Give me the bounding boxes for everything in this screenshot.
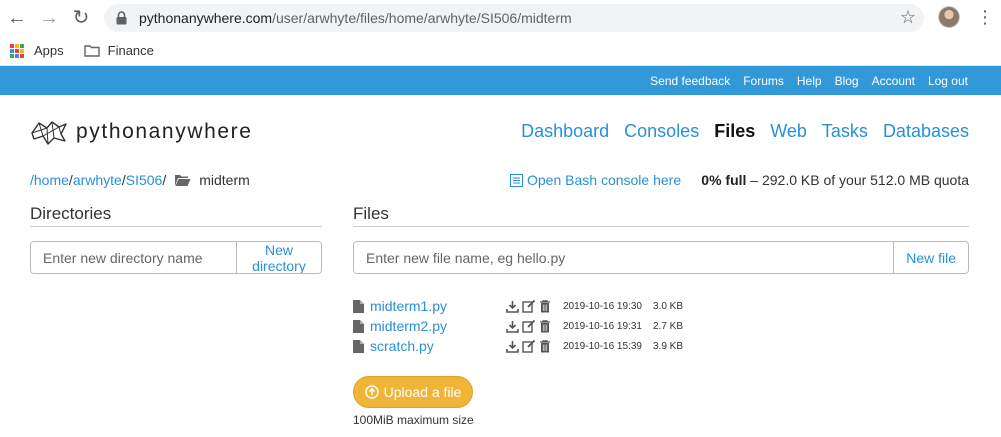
- new-file-button[interactable]: New file: [893, 242, 968, 273]
- download-icon[interactable]: [506, 300, 519, 313]
- file-size: 3.9 KB: [653, 340, 684, 352]
- lock-icon: [116, 11, 127, 25]
- file-link[interactable]: midterm2.py: [370, 318, 510, 334]
- file-row: midterm1.py 2019-10-16 19:30 3.0 KB: [353, 296, 753, 316]
- directories-heading: Directories: [30, 204, 112, 223]
- upload-arrow-icon: [364, 385, 379, 399]
- breadcrumb-arwhyte[interactable]: arwhyte: [73, 172, 122, 188]
- bookmark-finance[interactable]: Finance: [83, 43, 154, 58]
- new-directory-input[interactable]: [31, 242, 236, 273]
- nav-dashboard[interactable]: Dashboard: [521, 121, 609, 142]
- breadcrumb-current: midterm: [199, 172, 250, 188]
- help-link[interactable]: Help: [797, 74, 822, 88]
- url-host: pythonanywhere.com: [139, 10, 273, 26]
- file-date: 2019-10-16 19:31: [563, 320, 642, 332]
- pythonanywhere-logo[interactable]: pythonanywhere: [30, 119, 253, 145]
- breadcrumb-si506[interactable]: SI506: [126, 172, 163, 188]
- nav-files[interactable]: Files: [714, 121, 755, 142]
- file-link[interactable]: midterm1.py: [370, 298, 510, 314]
- new-directory-group: New directory: [30, 241, 322, 274]
- new-file-group: New file: [353, 241, 969, 274]
- file-size: 2.7 KB: [653, 320, 684, 332]
- logo-anywhere: anywhere: [148, 120, 253, 143]
- file-size: 3.0 KB: [653, 300, 684, 312]
- files-heading: Files: [353, 204, 389, 223]
- nav-tasks[interactable]: Tasks: [822, 121, 868, 142]
- file-actions: [506, 299, 554, 313]
- file-list: midterm1.py 2019-10-16 19:30 3.0 KB midt…: [353, 296, 753, 356]
- open-bash-console-link[interactable]: Open Bash console here: [510, 172, 681, 188]
- reload-icon[interactable]: ↻: [70, 7, 92, 29]
- file-actions: [506, 339, 554, 353]
- breadcrumb: / home / arwhyte / SI506 / midterm: [30, 172, 250, 188]
- console-icon: [510, 173, 523, 187]
- file-icon: [353, 339, 364, 353]
- account-link[interactable]: Account: [872, 74, 915, 88]
- menu-kebab-icon[interactable]: ⋮: [976, 6, 994, 28]
- logo-text: pythonanywhere: [76, 120, 253, 144]
- edit-icon[interactable]: [522, 319, 536, 333]
- bookmark-finance-label: Finance: [107, 43, 154, 58]
- path-row: / home / arwhyte / SI506 / midterm Open …: [0, 167, 1001, 202]
- nav-web[interactable]: Web: [770, 121, 807, 142]
- file-link[interactable]: scratch.py: [370, 338, 510, 354]
- quota-percent: 0% full: [701, 172, 747, 188]
- file-date: 2019-10-16 15:39: [563, 340, 642, 352]
- delete-icon[interactable]: [539, 339, 551, 353]
- new-directory-button[interactable]: New directory: [236, 242, 321, 273]
- breadcrumb-sep: /: [162, 172, 167, 188]
- upload-label: Upload a file: [383, 384, 462, 400]
- forums-link[interactable]: Forums: [743, 74, 784, 88]
- file-row: scratch.py 2019-10-16 15:39 3.9 KB: [353, 336, 753, 356]
- folder-icon: [83, 45, 100, 57]
- edit-icon[interactable]: [522, 339, 536, 353]
- apps-grid-icon: [10, 43, 24, 58]
- url-path: /user/arwhyte/files/home/arwhyte/SI506/m…: [272, 10, 572, 26]
- send-feedback-link[interactable]: Send feedback: [650, 74, 730, 88]
- delete-icon[interactable]: [539, 299, 551, 313]
- nav-databases[interactable]: Databases: [883, 121, 969, 142]
- file-icon: [353, 299, 364, 313]
- download-icon[interactable]: [506, 340, 519, 353]
- quota-detail: – 292.0 KB of your 512.0 MB quota: [746, 172, 969, 188]
- logo-python: python: [76, 120, 149, 143]
- upload-file-button[interactable]: Upload a file: [353, 376, 473, 408]
- main-nav: Dashboard Consoles Files Web Tasks Datab…: [506, 121, 969, 142]
- url-text: pythonanywhere.com/user/arwhyte/files/ho…: [139, 10, 572, 26]
- browser-toolbar: ← → ↻ pythonanywhere.com/user/arwhyte/fi…: [0, 0, 1001, 36]
- profile-avatar[interactable]: [938, 6, 960, 28]
- file-row: midterm2.py 2019-10-16 19:31 2.7 KB: [353, 316, 753, 336]
- site-topbar: Send feedback Forums Help Blog Account L…: [0, 66, 1001, 95]
- upload-size-note: 100MiB maximum size: [353, 413, 474, 427]
- nav-consoles[interactable]: Consoles: [624, 121, 699, 142]
- edit-icon[interactable]: [522, 299, 536, 313]
- bookmark-apps[interactable]: Apps: [10, 43, 64, 58]
- delete-icon[interactable]: [539, 319, 551, 333]
- bookmark-apps-label: Apps: [34, 43, 64, 58]
- bookmark-star-icon[interactable]: ☆: [900, 7, 916, 28]
- forward-icon[interactable]: →: [38, 7, 60, 29]
- quota-text: 0% full – 292.0 KB of your 512.0 MB quot…: [701, 172, 969, 188]
- bash-label: Open Bash console here: [527, 172, 682, 188]
- new-file-input[interactable]: [354, 242, 894, 273]
- file-date: 2019-10-16 19:30: [563, 300, 642, 312]
- address-bar[interactable]: pythonanywhere.com/user/arwhyte/files/ho…: [104, 4, 924, 32]
- snake-logo-icon: [31, 121, 67, 145]
- files-divider: [353, 226, 969, 227]
- open-folder-icon: [175, 174, 191, 186]
- breadcrumb-home[interactable]: home: [34, 172, 69, 188]
- back-icon[interactable]: ←: [6, 7, 28, 29]
- download-icon[interactable]: [506, 320, 519, 333]
- logout-link[interactable]: Log out: [928, 74, 968, 88]
- file-icon: [353, 319, 364, 333]
- file-actions: [506, 319, 554, 333]
- site-header: pythonanywhere Dashboard Consoles Files …: [0, 95, 1001, 167]
- bookmarks-bar: Apps Finance: [0, 36, 1001, 66]
- directories-divider: [30, 226, 322, 227]
- blog-link[interactable]: Blog: [835, 74, 859, 88]
